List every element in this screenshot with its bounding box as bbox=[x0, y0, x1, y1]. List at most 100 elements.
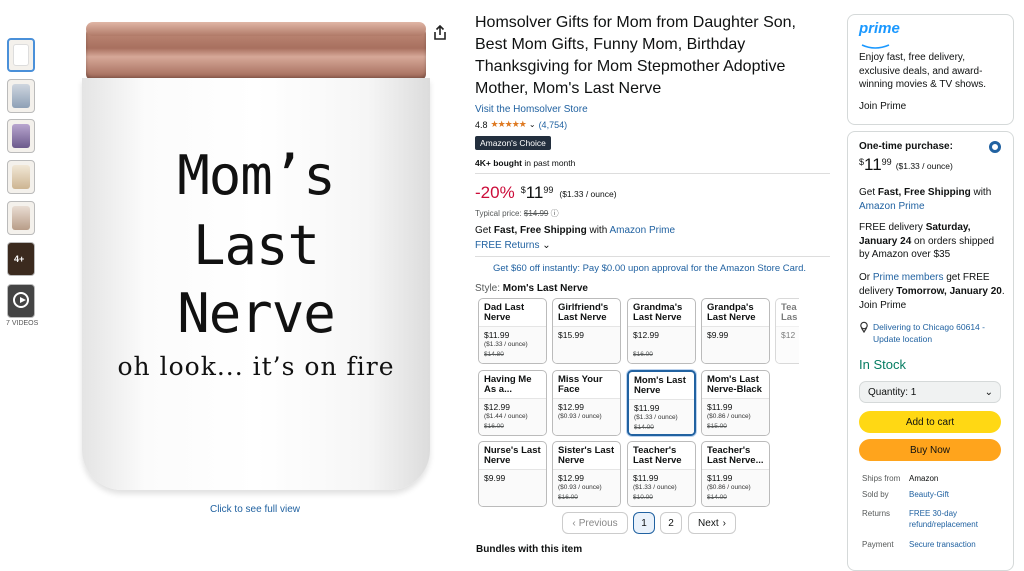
style-option[interactable]: Grandpa's Last Nerve $9.99 bbox=[701, 298, 770, 364]
delivery-location-link[interactable]: Delivering to Chicago 60614 - Update loc… bbox=[873, 321, 998, 345]
style-option-old-price: $16.00 bbox=[484, 423, 504, 430]
thumbnail-4[interactable] bbox=[7, 160, 35, 194]
add-to-cart-button[interactable]: Add to cart bbox=[859, 411, 1001, 433]
bought-info: 4K+ bought in past month bbox=[475, 158, 575, 168]
style-option-name: Mom's Last Nerve-Black bbox=[707, 374, 762, 395]
page-1-button[interactable]: 1 bbox=[633, 512, 655, 534]
discount-percent: -20% bbox=[475, 183, 515, 202]
purchase-radio[interactable] bbox=[989, 141, 1001, 153]
style-option[interactable]: Sister's Last Nerve $12.99 ($0.93 / ounce)… bbox=[552, 441, 621, 507]
style-option-old-price: $16.00 bbox=[633, 351, 653, 358]
sold-by-link[interactable]: Beauty-Gift bbox=[909, 489, 949, 500]
previous-button[interactable]: ‹ Previous bbox=[562, 512, 628, 534]
buybox-price: $1199 ($1.33 / ounce) bbox=[859, 155, 953, 174]
style-option[interactable]: Miss Your Face $12.99 ($0.93 / ounce) bbox=[552, 370, 621, 436]
style-option[interactable]: Tea Las $12 bbox=[775, 298, 799, 364]
style-option-unit-price: ($0.86 / ounce) bbox=[707, 413, 751, 420]
thumbnail-1[interactable] bbox=[7, 38, 35, 72]
style-option[interactable]: Grandma's Last Nerve $12.99 $16.00 bbox=[627, 298, 696, 364]
style-option[interactable]: Mom's Last Nerve $11.99 ($1.33 / ounce) $14… bbox=[627, 370, 696, 436]
style-option[interactable]: Mom's Last Nerve-Black $11.99 ($0.86 / oun… bbox=[701, 370, 770, 436]
thumbnail-2[interactable] bbox=[7, 79, 35, 113]
join-prime-link[interactable]: Join Prime bbox=[859, 100, 906, 114]
rating-value: 4.8 bbox=[475, 119, 488, 130]
thumbnail-video[interactable] bbox=[7, 284, 35, 318]
store-link[interactable]: Visit the Homsolver Store bbox=[475, 104, 588, 115]
style-option-price: $11.99 bbox=[484, 330, 510, 340]
page-2-button[interactable]: 2 bbox=[660, 512, 682, 534]
payment-label: Payment bbox=[862, 540, 894, 549]
style-option-unit-price: ($1.44 / ounce) bbox=[484, 413, 528, 420]
payment-link[interactable]: Secure transaction bbox=[909, 539, 976, 550]
chevron-right-icon: › bbox=[722, 517, 726, 529]
jar-text-3: Nerve bbox=[177, 282, 336, 345]
style-option-old-price: $14.80 bbox=[484, 351, 504, 358]
shipping-info: Get Fast, Free Shipping with Amazon Prim… bbox=[475, 225, 676, 236]
bought-count: 4K+ bought bbox=[475, 158, 522, 168]
style-option[interactable]: Nurse's Last Nerve $9.99 bbox=[478, 441, 547, 507]
style-option[interactable]: Having Me As a... $12.99 ($1.44 / ounce) $1… bbox=[478, 370, 547, 436]
rating-row[interactable]: 4.8 ★★★★★ ⌄ (4,754) bbox=[475, 119, 567, 130]
promo-banner[interactable]: Get $60 off instantly: Pay $0.00 upon ap… bbox=[493, 263, 806, 274]
buybox-prime-link[interactable]: Amazon Prime bbox=[859, 201, 925, 212]
thumbnail-3[interactable] bbox=[7, 119, 35, 153]
returns-link[interactable]: FREE 30-day refund/replacement bbox=[909, 508, 999, 530]
next-button[interactable]: Next › bbox=[688, 512, 736, 534]
review-count[interactable]: (4,754) bbox=[539, 120, 568, 130]
style-option-unit-price: ($1.33 / ounce) bbox=[633, 484, 677, 491]
style-option-old-price: $16.00 bbox=[558, 494, 578, 501]
style-option[interactable]: Dad Last Nerve $11.99 ($1.33 / ounce) $14.8… bbox=[478, 298, 547, 364]
style-option-unit-price: ($1.33 / ounce) bbox=[634, 414, 678, 421]
style-option-price: $11.99 bbox=[633, 473, 659, 483]
typical-price: Typical price: $14.99 ⓘ bbox=[475, 209, 559, 218]
style-option-name: Mom's Last Nerve bbox=[634, 375, 686, 396]
bought-period: in past month bbox=[521, 158, 576, 168]
style-option-unit-price: ($0.86 / ounce) bbox=[707, 484, 751, 491]
free-returns-link[interactable]: FREE Returns ⌄ bbox=[475, 240, 551, 251]
style-option[interactable]: Girlfriend's Last Nerve $15.99 bbox=[552, 298, 621, 364]
style-option-name: Teacher's Last Nerve... bbox=[707, 445, 764, 466]
chevron-down-icon: ⌄ bbox=[984, 386, 993, 398]
prime-description: Enjoy fast, free delivery, exclusive dea… bbox=[859, 52, 987, 90]
full-view-link[interactable]: Click to see full view bbox=[180, 504, 330, 515]
style-label: Style: Mom's Last Nerve bbox=[475, 283, 588, 294]
ships-from-label: Ships from bbox=[862, 474, 901, 483]
bundles-heading: Bundles with this item bbox=[476, 544, 583, 555]
thumbnail-more-label: 4+ bbox=[14, 254, 25, 264]
style-option-price: $11.99 bbox=[634, 403, 660, 413]
info-icon[interactable]: ⓘ bbox=[551, 209, 559, 218]
prime-smile-icon bbox=[861, 37, 891, 49]
style-option[interactable]: Teacher's Last Nerve $11.99 ($1.33 / ounce… bbox=[627, 441, 696, 507]
buybox-join-prime-link[interactable]: Join Prime bbox=[859, 299, 906, 313]
style-option-price: $12.99 bbox=[484, 402, 510, 412]
price: $1199 bbox=[520, 183, 554, 202]
style-option[interactable]: Teacher's Last Nerve... $11.99 ($0.86 / ou… bbox=[701, 441, 770, 507]
style-option-name: Miss Your Face bbox=[558, 374, 603, 395]
style-option-name: Grandma's Last Nerve bbox=[633, 302, 683, 323]
thumbnail-more[interactable]: 4+ bbox=[7, 242, 35, 276]
buy-now-button[interactable]: Buy Now bbox=[859, 439, 1001, 461]
prime-members-link[interactable]: Prime members bbox=[873, 272, 944, 283]
sold-by-label: Sold by bbox=[862, 490, 889, 499]
main-product-image[interactable]: Mom’s Last Nerve oh look... it’s on fire bbox=[78, 18, 440, 493]
stock-status: In Stock bbox=[859, 357, 906, 372]
star-rating-icon: ★★★★★ bbox=[490, 119, 527, 129]
jar-text-1: Mom’s bbox=[177, 144, 336, 207]
returns-label: Returns bbox=[862, 509, 891, 518]
thumbnail-5[interactable] bbox=[7, 201, 35, 235]
style-option-price: $11.99 bbox=[707, 473, 733, 483]
style-option-old-price: $15.00 bbox=[707, 423, 727, 430]
prime-link[interactable]: Amazon Prime bbox=[610, 225, 676, 236]
style-option-name: Dad Last Nerve bbox=[484, 302, 525, 323]
fastest-delivery: Or Prime members get FREE delivery Tomor… bbox=[859, 272, 1005, 297]
jar-text-2: Last bbox=[192, 214, 320, 277]
play-icon bbox=[13, 292, 29, 308]
style-option-unit-price: ($0.93 / ounce) bbox=[558, 484, 602, 491]
divider bbox=[475, 256, 830, 257]
prime-logo: prime bbox=[859, 20, 900, 37]
amazons-choice-badge: Amazon's Choice bbox=[475, 136, 551, 150]
style-option-price: $12.99 bbox=[558, 473, 584, 483]
style-option-name: Grandpa's Last Nerve bbox=[707, 302, 756, 323]
share-icon[interactable] bbox=[433, 24, 449, 43]
quantity-select[interactable]: Quantity: 1 ⌄ bbox=[859, 381, 1001, 403]
